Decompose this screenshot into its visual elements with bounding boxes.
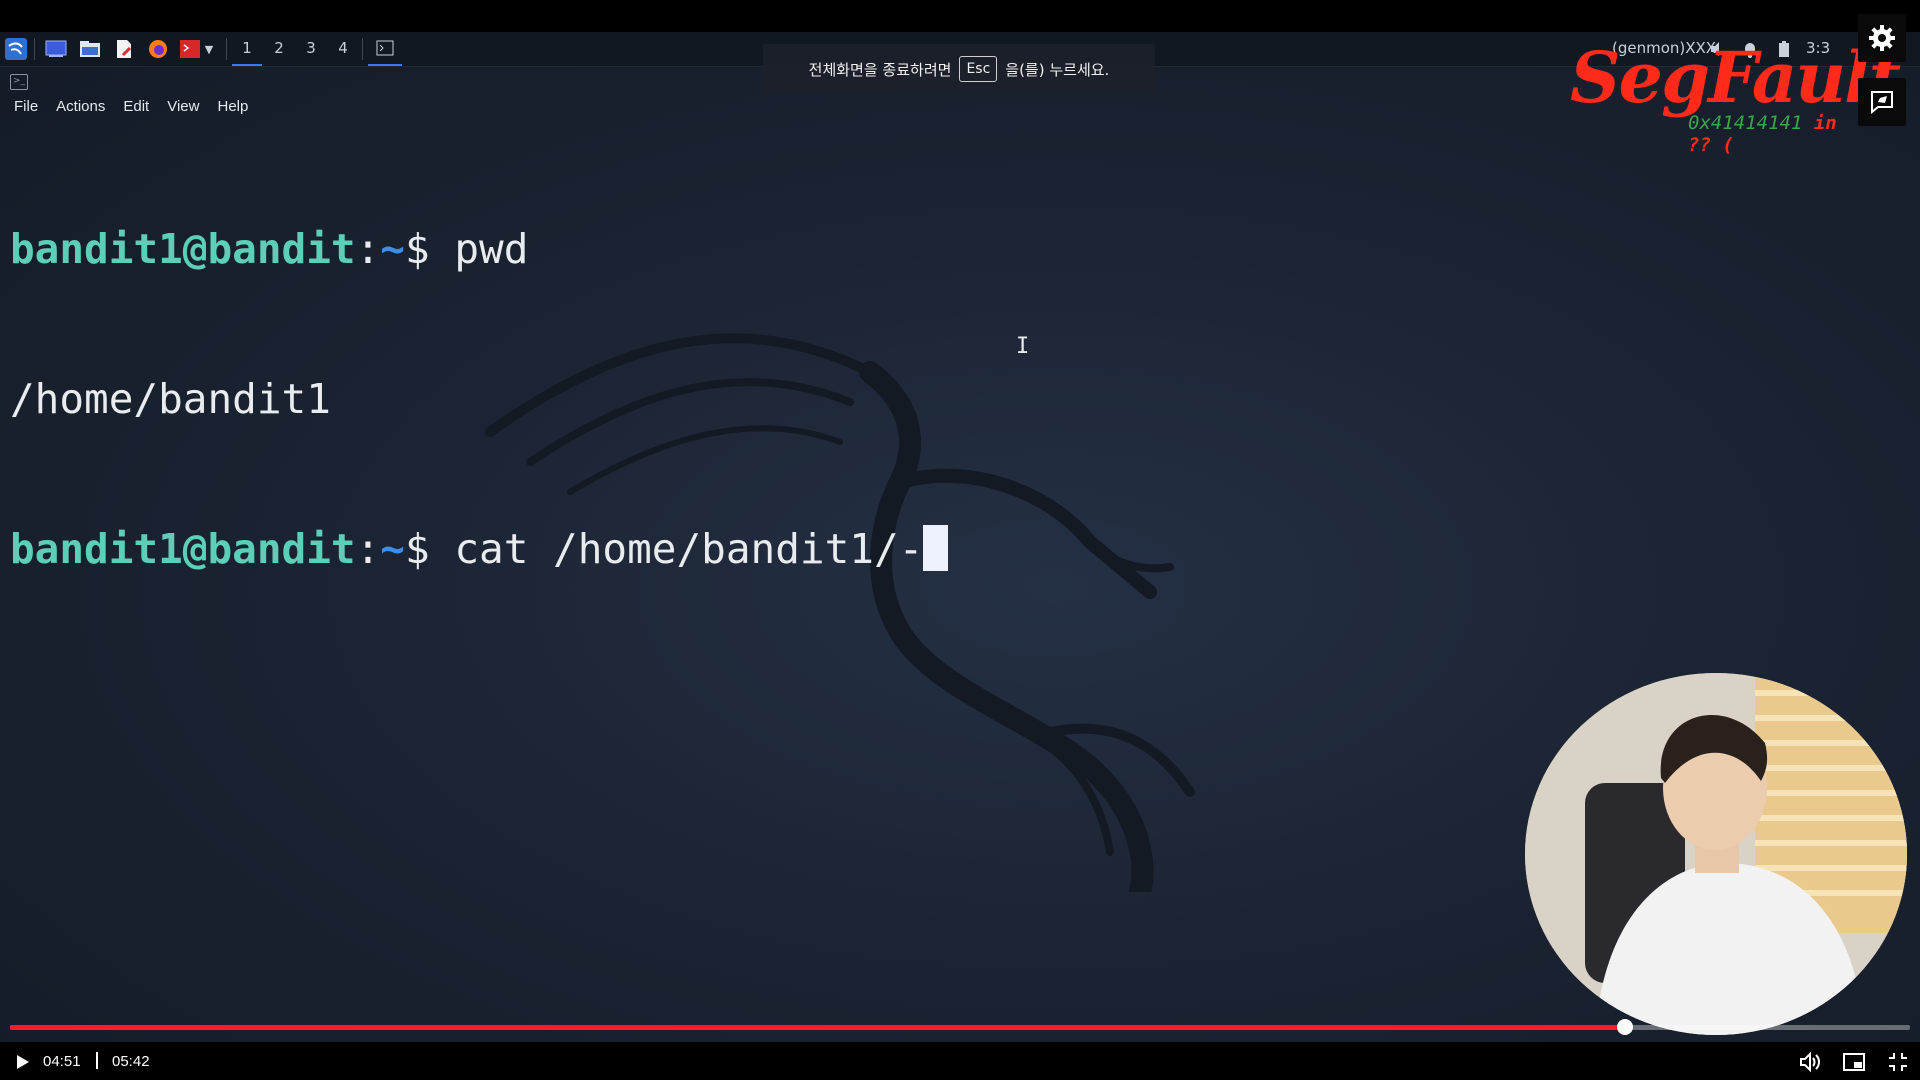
terminal-output[interactable]: bandit1@bandit:~$ pwd /home/bandit1 band… — [10, 124, 949, 674]
terminal-menubar: File Actions Edit View Help — [14, 98, 248, 115]
workspace-4[interactable]: 4 — [328, 32, 358, 64]
workspace-3[interactable]: 3 — [296, 32, 326, 64]
prompt-path: ~ — [380, 225, 405, 273]
fullscreen-exit-notice: 전체화면을 종료하려면 Esc 을(를) 누르세요. — [763, 44, 1155, 94]
panel-separator — [362, 38, 363, 60]
progress-track[interactable] — [10, 1019, 1910, 1035]
terminal-launcher-icon[interactable] — [178, 38, 202, 60]
menu-edit[interactable]: Edit — [123, 98, 149, 115]
logo-subtitle-hex: 0x41414141 — [1688, 112, 1803, 134]
menu-actions[interactable]: Actions — [56, 98, 105, 115]
settings-button[interactable] — [1858, 14, 1906, 62]
time-divider — [96, 1052, 98, 1069]
panel-separator — [34, 38, 35, 60]
miniplayer-icon[interactable] — [1842, 1050, 1866, 1074]
terminal-line: /home/bandit1 — [10, 374, 948, 424]
channel-logo: SegFault 0x41414141 in ?? ( — [1570, 36, 1901, 156]
command-text: cat /home/bandit1/- — [429, 525, 924, 573]
prompt-colon: : — [355, 525, 381, 573]
prompt-colon: : — [355, 225, 381, 273]
firefox-icon[interactable] — [146, 38, 170, 60]
player-controls: 04:51 05:42 — [0, 1042, 1920, 1080]
logo-title: SegFault — [1570, 36, 1901, 119]
kali-menu-icon[interactable] — [4, 38, 28, 60]
terminal-window-icon: >_ — [10, 74, 28, 90]
terminal-window-icon — [376, 40, 394, 56]
workspace-1[interactable]: 1 — [232, 32, 262, 66]
progress-played — [10, 1025, 1625, 1030]
webcam-overlay — [1525, 673, 1907, 1035]
feedback-icon — [1871, 91, 1893, 115]
exit-fullscreen-icon[interactable] — [1886, 1050, 1910, 1074]
prompt-dollar: $ — [404, 225, 430, 273]
video-player[interactable]: ▼ 1 2 3 4 (genmon)XXX 3:3 >_ File Action… — [0, 0, 1920, 1080]
file-manager-icon[interactable] — [78, 38, 102, 60]
terminal-line: bandit1@bandit:~$ pwd — [10, 224, 948, 274]
current-time: 04:51 — [43, 1053, 81, 1070]
command-output: /home/bandit1 — [10, 375, 331, 423]
workspace-2[interactable]: 2 — [264, 32, 294, 64]
prompt-user: bandit1@bandit — [10, 525, 356, 573]
gear-icon — [1869, 25, 1895, 51]
terminal-cursor — [923, 525, 949, 571]
menu-help[interactable]: Help — [217, 98, 248, 115]
progress-scrubber[interactable] — [1617, 1019, 1633, 1035]
feedback-button[interactable] — [1858, 78, 1906, 126]
panel-separator — [226, 38, 227, 60]
notice-text-before: 전체화면을 종료하려면 — [808, 60, 952, 79]
prompt-dollar: $ — [404, 525, 430, 573]
show-desktop-icon[interactable] — [44, 38, 68, 60]
terminal-line: bandit1@bandit:~$ cat /home/bandit1/- — [10, 524, 949, 574]
chevron-down-icon[interactable]: ▼ — [202, 38, 216, 60]
menu-view[interactable]: View — [167, 98, 199, 115]
taskbar-terminal-window[interactable] — [368, 32, 402, 66]
logo-subtitle: 0x41414141 in ?? ( — [1688, 112, 1870, 156]
prompt-path: ~ — [380, 525, 405, 573]
play-icon[interactable] — [12, 1052, 32, 1072]
notice-text-after: 을(를) 누르세요. — [1005, 60, 1110, 79]
menu-file[interactable]: File — [14, 98, 38, 115]
notice-key-badge: Esc — [959, 56, 998, 82]
command-text: pwd — [429, 225, 529, 273]
ibeam-cursor-icon: I — [1016, 334, 1030, 359]
prompt-user: bandit1@bandit — [10, 225, 356, 273]
presenter-video — [1525, 673, 1907, 1035]
volume-icon[interactable] — [1798, 1050, 1822, 1074]
total-time: 05:42 — [112, 1053, 150, 1070]
text-editor-icon[interactable] — [112, 38, 136, 60]
